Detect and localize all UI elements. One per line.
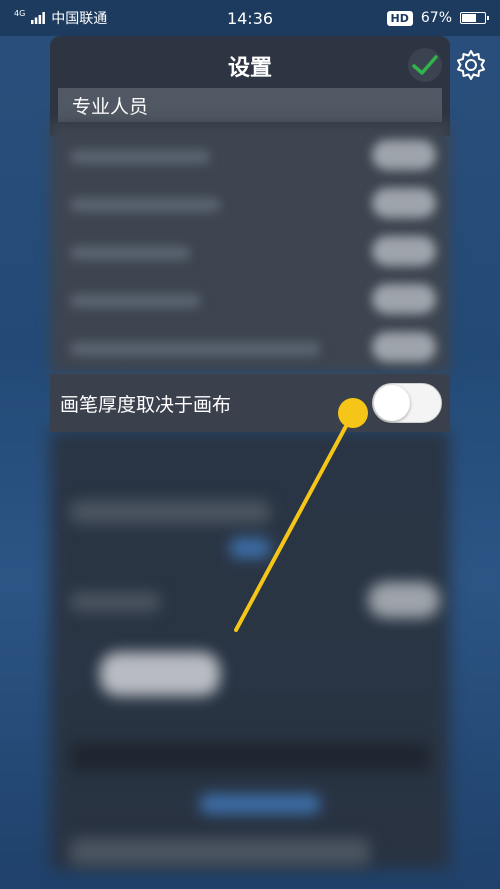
network-type: 4G bbox=[14, 9, 26, 18]
status-right: HD 67% bbox=[386, 10, 489, 26]
blurred-toggle bbox=[372, 140, 436, 170]
blurred-toggle bbox=[372, 332, 436, 362]
setting-label: 画笔厚度取决于画布 bbox=[60, 393, 232, 416]
blurred-block bbox=[70, 500, 270, 524]
battery-percent: 67% bbox=[420, 10, 452, 26]
section-header: 专业人员 bbox=[58, 88, 442, 122]
blurred-toggle bbox=[372, 236, 436, 266]
blurred-row bbox=[70, 342, 320, 356]
blurred-row bbox=[70, 294, 200, 308]
blurred-row bbox=[70, 198, 220, 212]
signal-icon bbox=[31, 12, 46, 24]
confirm-button[interactable] bbox=[408, 48, 442, 82]
gear-icon bbox=[457, 50, 485, 80]
hd-badge: HD bbox=[386, 10, 413, 26]
settings-gear-button[interactable] bbox=[454, 48, 488, 82]
blurred-toggle bbox=[372, 188, 436, 218]
dialog-title: 设置 bbox=[227, 56, 272, 81]
brush-thickness-toggle[interactable] bbox=[372, 383, 442, 423]
check-icon bbox=[412, 55, 438, 75]
carrier-name: 中国联通 bbox=[51, 11, 108, 27]
blurred-row bbox=[70, 150, 210, 164]
status-left: 4G 中国联通 bbox=[14, 8, 107, 28]
brush-thickness-setting-row: 画笔厚度取决于画布 bbox=[50, 374, 450, 432]
blurred-background bbox=[0, 122, 500, 889]
blurred-block bbox=[70, 592, 160, 612]
battery-fill bbox=[462, 14, 477, 22]
blurred-block bbox=[70, 838, 370, 866]
blurred-block bbox=[200, 794, 320, 814]
battery-icon bbox=[460, 12, 489, 24]
blurred-block bbox=[368, 582, 440, 618]
status-bar: 4G 中国联通 14:36 HD 67% bbox=[0, 0, 500, 36]
blurred-row bbox=[70, 246, 190, 260]
blurred-toggle bbox=[372, 284, 436, 314]
toggle-knob bbox=[374, 385, 410, 421]
blurred-block bbox=[230, 538, 270, 558]
blurred-block bbox=[100, 652, 220, 696]
blurred-block bbox=[70, 742, 430, 772]
